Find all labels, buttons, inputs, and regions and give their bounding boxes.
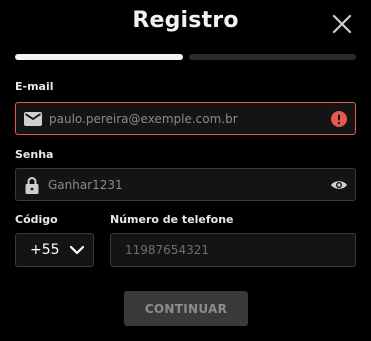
password-value: Ganhar1231 [48, 177, 123, 192]
country-code-value: +55 [30, 242, 60, 258]
phone-label: Número de telefone [110, 213, 234, 226]
error-icon [331, 110, 347, 127]
phone-placeholder: 11987654321 [125, 243, 209, 257]
country-code-label: Código [15, 213, 58, 226]
country-code-select[interactable]: +55 [15, 233, 94, 267]
email-value: paulo.pereira@exemple.com.br [49, 111, 238, 126]
eye-icon[interactable] [330, 179, 348, 191]
continue-button[interactable]: CONTINUAR [124, 291, 248, 326]
step-progress [15, 54, 356, 60]
chevron-down-icon [69, 245, 85, 255]
progress-step-active [15, 54, 183, 60]
email-field[interactable]: paulo.pereira@exemple.com.br [15, 102, 356, 135]
close-icon[interactable] [331, 13, 353, 35]
email-label: E-mail [15, 80, 54, 93]
lock-icon [25, 176, 39, 194]
password-label: Senha [15, 148, 54, 161]
mail-icon [24, 111, 42, 126]
phone-input[interactable]: 11987654321 [110, 233, 356, 267]
progress-step-inactive [189, 54, 356, 60]
password-field[interactable]: Ganhar1231 [15, 168, 356, 201]
registration-modal: Registro E-mail paulo.pereira@exemple.co… [0, 0, 371, 341]
modal-title: Registro [132, 8, 239, 33]
